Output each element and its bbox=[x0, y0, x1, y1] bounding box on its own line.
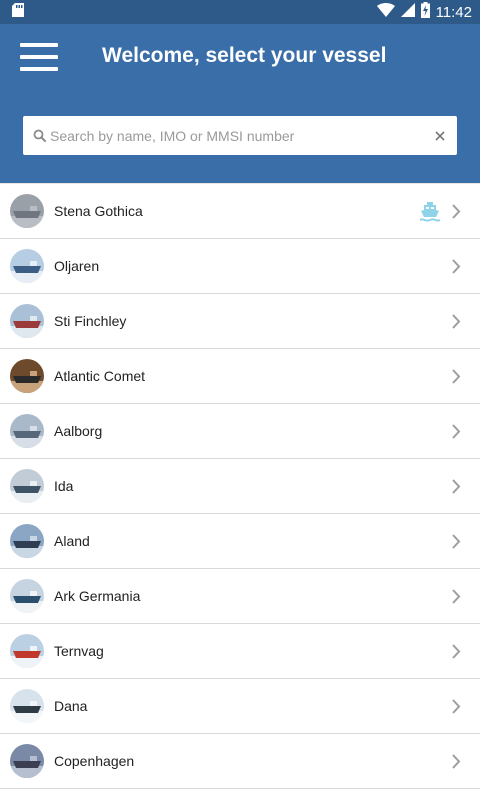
chevron-right-icon[interactable] bbox=[450, 423, 462, 440]
vessel-name: Aland bbox=[54, 533, 90, 549]
vessel-row[interactable]: Aland bbox=[0, 514, 480, 569]
vessel-avatar bbox=[10, 249, 44, 283]
chevron-right-icon[interactable] bbox=[450, 203, 462, 220]
vessel-list[interactable]: Stena Gothica Oljaren Sti Finchley Atlantic… bbox=[0, 183, 480, 800]
vessel-name: Aalborg bbox=[54, 423, 103, 439]
vessel-row[interactable]: Stena Gothica bbox=[0, 184, 480, 239]
wifi-icon bbox=[376, 2, 395, 22]
vessel-row[interactable]: Ark Germania bbox=[0, 569, 480, 624]
vessel-avatar bbox=[10, 194, 44, 228]
battery-charging-icon bbox=[420, 1, 430, 23]
search-input[interactable] bbox=[50, 120, 427, 151]
chevron-right-icon[interactable] bbox=[450, 478, 462, 495]
vessel-row[interactable]: Sti Finchley bbox=[0, 294, 480, 349]
status-left bbox=[12, 2, 24, 22]
vessel-name: Atlantic Comet bbox=[54, 368, 146, 384]
vessel-avatar bbox=[10, 524, 44, 558]
chevron-right-icon[interactable] bbox=[450, 588, 462, 605]
ship-icon bbox=[419, 200, 441, 222]
hamburger-menu-icon[interactable] bbox=[20, 41, 60, 73]
vessel-row[interactable]: Atlantic Comet bbox=[0, 349, 480, 404]
vessel-row[interactable]: Ida bbox=[0, 459, 480, 514]
vessel-name: Ark Germania bbox=[54, 588, 141, 604]
close-icon[interactable] bbox=[433, 129, 447, 143]
page-title: Welcome, select your vessel bbox=[102, 44, 387, 67]
chevron-right-icon[interactable] bbox=[450, 368, 462, 385]
vessel-avatar bbox=[10, 414, 44, 448]
vessel-row-partial[interactable] bbox=[0, 789, 480, 800]
vessel-name: Ida bbox=[54, 478, 74, 494]
cell-signal-icon bbox=[400, 2, 415, 22]
header: Welcome, select your vessel bbox=[0, 24, 480, 183]
vessel-row[interactable]: Ternvag bbox=[0, 624, 480, 679]
vessel-name: Dana bbox=[54, 698, 88, 714]
vessel-name: Ternvag bbox=[54, 643, 104, 659]
status-right: 11:42 bbox=[376, 1, 472, 23]
search-icon bbox=[32, 128, 48, 144]
chevron-right-icon[interactable] bbox=[450, 753, 462, 770]
vessel-row[interactable]: Dana bbox=[0, 679, 480, 734]
vessel-name: Copenhagen bbox=[54, 753, 135, 769]
chevron-right-icon[interactable] bbox=[450, 643, 462, 660]
vessel-row[interactable]: Oljaren bbox=[0, 239, 480, 294]
vessel-avatar bbox=[10, 579, 44, 613]
sd-card-icon bbox=[12, 2, 24, 22]
vessel-name: Oljaren bbox=[54, 258, 100, 274]
vessel-row[interactable]: Copenhagen bbox=[0, 734, 480, 789]
vessel-avatar bbox=[10, 634, 44, 668]
chevron-right-icon[interactable] bbox=[450, 258, 462, 275]
vessel-avatar bbox=[10, 304, 44, 338]
chevron-right-icon[interactable] bbox=[450, 313, 462, 330]
chevron-right-icon[interactable] bbox=[450, 533, 462, 550]
vessel-avatar bbox=[10, 469, 44, 503]
status-time: 11:42 bbox=[435, 3, 472, 21]
vessel-name: Stena Gothica bbox=[54, 203, 143, 219]
status-bar: 11:42 bbox=[0, 0, 480, 24]
vessel-avatar bbox=[10, 744, 44, 778]
vessel-name: Sti Finchley bbox=[54, 313, 127, 329]
search-box[interactable] bbox=[23, 116, 457, 155]
vessel-row[interactable]: Aalborg bbox=[0, 404, 480, 459]
chevron-right-icon[interactable] bbox=[450, 698, 462, 715]
vessel-avatar bbox=[10, 689, 44, 723]
vessel-avatar bbox=[10, 359, 44, 393]
